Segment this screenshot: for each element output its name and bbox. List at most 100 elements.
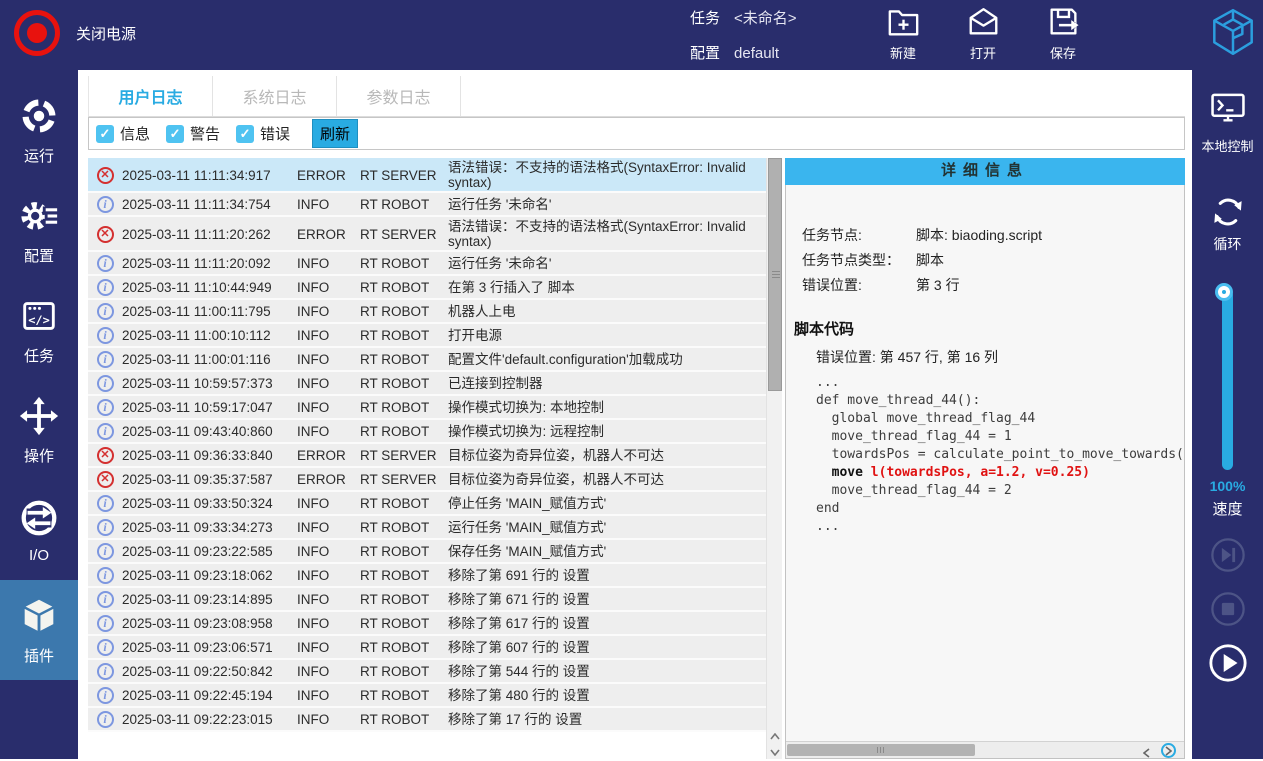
step-forward-button[interactable] xyxy=(1192,537,1263,573)
log-row[interactable]: i2025-03-11 09:33:50:324INFORT ROBOT停止任务… xyxy=(88,492,766,516)
filter-checkbox-error[interactable]: ✓错误 xyxy=(236,123,290,144)
sidebar-item-operate[interactable]: 操作 xyxy=(0,380,78,480)
open-file-button[interactable]: 打开 xyxy=(958,6,1008,62)
tab-param-log[interactable]: 参数日志 xyxy=(337,76,461,116)
log-level: INFO xyxy=(297,376,360,391)
log-row[interactable]: i2025-03-11 09:43:40:860INFORT ROBOT操作模式… xyxy=(88,420,766,444)
log-row[interactable]: ✕2025-03-11 09:35:37:587ERRORRT SERVER目标… xyxy=(88,468,766,492)
log-level-cell: i xyxy=(88,495,122,512)
log-row[interactable]: i2025-03-11 11:00:01:116INFORT ROBOT配置文件… xyxy=(88,348,766,372)
log-row[interactable]: ✕2025-03-11 09:36:33:840ERRORRT SERVER目标… xyxy=(88,444,766,468)
sidebar-item-label: 任务 xyxy=(24,345,54,366)
tab-user-log[interactable]: 用户日志 xyxy=(89,76,213,116)
play-button[interactable] xyxy=(1192,643,1263,683)
speed-slider-track[interactable] xyxy=(1222,290,1233,470)
scrollbar-thumb[interactable] xyxy=(787,744,975,756)
log-vertical-scrollbar[interactable] xyxy=(766,158,782,759)
log-row[interactable]: i2025-03-11 09:23:08:958INFORT ROBOT移除了第… xyxy=(88,612,766,636)
error-icon: ✕ xyxy=(97,226,114,243)
filter-checkbox-warning[interactable]: ✓警告 xyxy=(166,123,220,144)
log-row[interactable]: i2025-03-11 09:23:06:571INFORT ROBOT移除了第… xyxy=(88,636,766,660)
log-message: 移除了第 480 行的 设置 xyxy=(448,688,766,703)
log-time: 2025-03-11 11:00:11:795 xyxy=(122,304,297,319)
log-source: RT ROBOT xyxy=(360,400,448,415)
sidebar-item-task[interactable]: </>任务 xyxy=(0,280,78,380)
code-line: towardsPos = calculate_point_to_move_tow… xyxy=(816,446,1184,464)
sidebar-item-label: 运行 xyxy=(24,145,54,166)
log-row[interactable]: i2025-03-11 11:00:11:795INFORT ROBOT机器人上… xyxy=(88,300,766,324)
log-row[interactable]: i2025-03-11 11:00:10:112INFORT ROBOT打开电源 xyxy=(88,324,766,348)
terminal-icon[interactable] xyxy=(1192,90,1263,132)
scroll-right-icon[interactable] xyxy=(1161,743,1176,758)
log-level-cell: i xyxy=(88,591,122,608)
config-label: 配置 xyxy=(690,45,720,62)
script-code-title: 脚本代码 xyxy=(794,318,1184,339)
detail-field: 错误位置:第 3 行 xyxy=(802,273,1184,298)
filter-checkbox-info[interactable]: ✓信息 xyxy=(96,123,150,144)
log-level-cell: i xyxy=(88,687,122,704)
save-file-button[interactable]: 保存 xyxy=(1038,6,1088,62)
log-row[interactable]: ✕2025-03-11 11:11:34:917ERRORRT SERVER语法… xyxy=(88,158,766,193)
log-row[interactable]: i2025-03-11 10:59:17:047INFORT ROBOT操作模式… xyxy=(88,396,766,420)
log-row[interactable]: i2025-03-11 09:22:23:015INFORT ROBOT移除了第… xyxy=(88,708,766,732)
log-row[interactable]: i2025-03-11 11:11:20:092INFORT ROBOT运行任务… xyxy=(88,252,766,276)
sidebar-item-label: I/O xyxy=(29,547,49,564)
log-time: 2025-03-11 09:43:40:860 xyxy=(122,424,297,439)
log-level-cell: i xyxy=(88,351,122,368)
log-time: 2025-03-11 11:00:01:116 xyxy=(122,352,297,367)
log-row[interactable]: i2025-03-11 10:59:57:373INFORT ROBOT已连接到… xyxy=(88,372,766,396)
config-icon xyxy=(18,195,60,242)
log-level: INFO xyxy=(297,328,360,343)
sidebar-item-io[interactable]: I/O xyxy=(0,480,78,580)
scroll-left-icon[interactable] xyxy=(1143,745,1150,759)
topbar-actions: 新建打开 保存 xyxy=(878,6,1088,62)
log-level: INFO xyxy=(297,664,360,679)
refresh-button[interactable]: 刷新 xyxy=(312,119,358,148)
log-row[interactable]: i2025-03-11 09:22:50:842INFORT ROBOT移除了第… xyxy=(88,660,766,684)
power-off-button[interactable] xyxy=(14,10,60,56)
log-row[interactable]: i2025-03-11 11:10:44:949INFORT ROBOT在第 3… xyxy=(88,276,766,300)
scrollbar-thumb[interactable] xyxy=(768,158,782,391)
tab-system-log[interactable]: 系统日志 xyxy=(213,76,337,116)
sidebar-item-run[interactable]: 运行 xyxy=(0,80,78,180)
detail-panel: 详细信息 任务节点:脚本: biaoding.script任务节点类型：脚本错误… xyxy=(785,158,1185,759)
log-row[interactable]: i2025-03-11 11:11:34:754INFORT ROBOT运行任务… xyxy=(88,193,766,217)
log-time: 2025-03-11 11:00:10:112 xyxy=(122,328,297,343)
top-bar: 关闭电源 任务<未命名> 配置default 新建打开保存 xyxy=(0,0,1263,70)
log-source: RT ROBOT xyxy=(360,664,448,679)
topbar-action-label: 打开 xyxy=(970,43,996,62)
log-level-cell: i xyxy=(88,279,122,296)
code-line: end xyxy=(816,500,1184,518)
sidebar-item-config[interactable]: 配置 xyxy=(0,180,78,280)
log-row[interactable]: i2025-03-11 09:23:18:062INFORT ROBOT移除了第… xyxy=(88,564,766,588)
scroll-down-icon[interactable] xyxy=(770,743,780,761)
log-message: 移除了第 544 行的 设置 xyxy=(448,664,766,679)
task-value: <未命名> xyxy=(734,10,797,27)
code-line: ... xyxy=(816,518,1184,536)
info-icon: i xyxy=(97,639,114,656)
log-message: 移除了第 671 行的 设置 xyxy=(448,592,766,607)
filter-checkboxes: ✓信息 ✓警告 ✓错误 xyxy=(96,123,290,144)
log-row[interactable]: ✕2025-03-11 11:11:20:262ERRORRT SERVER语法… xyxy=(88,217,766,252)
sidebar-item-label: 插件 xyxy=(24,645,54,666)
code-line: global move_thread_flag_44 xyxy=(816,410,1184,428)
sidebar-item-plugin[interactable]: 插件 xyxy=(0,580,78,680)
log-time: 2025-03-11 09:23:06:571 xyxy=(122,640,297,655)
task-label: 任务 xyxy=(690,10,720,27)
info-icon: i xyxy=(97,351,114,368)
log-level: ERROR xyxy=(297,448,360,463)
speed-slider-thumb[interactable] xyxy=(1218,286,1230,298)
log-row[interactable]: i2025-03-11 09:23:14:895INFORT ROBOT移除了第… xyxy=(88,588,766,612)
code-line: move_thread_flag_44 = 1 xyxy=(816,428,1184,446)
detail-horizontal-scrollbar[interactable] xyxy=(786,741,1184,758)
cube-logo-icon xyxy=(1206,6,1260,65)
new-file-button[interactable]: 新建 xyxy=(878,6,928,62)
log-row[interactable]: i2025-03-11 09:22:45:194INFORT ROBOT移除了第… xyxy=(88,684,766,708)
log-time: 2025-03-11 09:35:37:587 xyxy=(122,472,297,487)
log-row[interactable]: i2025-03-11 09:23:22:585INFORT ROBOT保存任务… xyxy=(88,540,766,564)
loop-icon[interactable] xyxy=(1192,192,1263,237)
run-icon xyxy=(18,95,60,142)
log-row[interactable]: i2025-03-11 09:33:34:273INFORT ROBOT运行任务… xyxy=(88,516,766,540)
info-icon: i xyxy=(97,591,114,608)
stop-button[interactable] xyxy=(1192,591,1263,627)
